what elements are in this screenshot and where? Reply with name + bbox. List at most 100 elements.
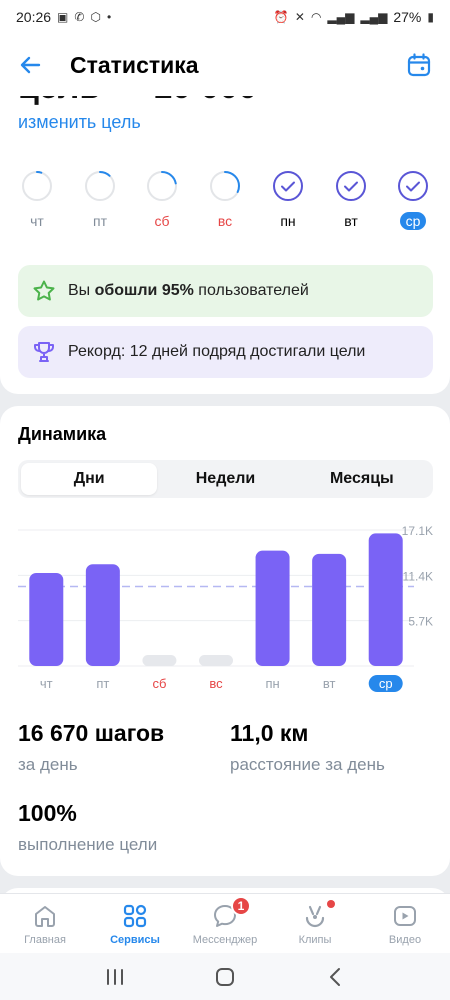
bottom-nav: Главная Сервисы 1 Мессенджер Клипы Видео [0, 893, 450, 953]
check-circle-icon [273, 171, 303, 201]
bar [312, 553, 347, 666]
day-label: сб [154, 213, 170, 229]
day-label: вт [344, 213, 358, 229]
distance-label: расстояние за день [230, 755, 385, 774]
y-tick-label: 17.1K [402, 524, 433, 538]
app-header: Статистика [0, 34, 450, 96]
shield-notification-icon: ⬡ [90, 10, 101, 24]
day-6: ср [388, 170, 438, 231]
day-label: чт [30, 213, 44, 229]
messenger-icon: 1 [211, 896, 251, 930]
x-tick-label: сб [152, 676, 166, 691]
back-button[interactable] [16, 50, 46, 80]
recent-apps-icon [107, 968, 123, 985]
x-tick-label: пн [265, 676, 279, 691]
system-nav-bar [0, 953, 450, 1000]
dynamics-card: Динамика Дни Недели Месяцы 17.1K 11.4K 5.7… [0, 406, 450, 876]
goal-card: цель — 10 000 изменить цель чтптсбвспнвт… [0, 72, 450, 394]
check-circle-icon [336, 171, 366, 201]
day-label: пт [93, 213, 107, 229]
services-icon [121, 902, 149, 930]
bar [85, 564, 120, 666]
home-system-button[interactable] [205, 962, 245, 992]
nav-messenger-label: Мессенджер [192, 934, 258, 946]
week-progress: чт пт сб вс пн вт ср [0, 170, 450, 236]
chevron-left-icon [330, 967, 340, 986]
nav-clips-label: Клипы [298, 934, 332, 946]
check-circle-icon [398, 171, 428, 201]
home-square-icon [216, 967, 234, 986]
signal-2-icon: ▂▄▆ [360, 10, 388, 24]
nav-services-label: Сервисы [110, 934, 160, 946]
record-text: Рекорд: 12 дней подряд достигали цели [68, 343, 366, 360]
arrow-left-icon [20, 56, 41, 74]
distance-stat: 11,0 км расстояние за день [230, 720, 385, 775]
x-tick-label: чт [40, 676, 53, 691]
x-tick-label: пт [96, 676, 109, 691]
nav-clips[interactable]: Клипы [270, 894, 360, 953]
battery-percent: 27% [393, 9, 422, 25]
day-label: пн [280, 213, 296, 229]
x-tick-label: вт [323, 676, 336, 691]
signal-icon: ▂▄▆ [327, 10, 355, 24]
page-title: Статистика [70, 51, 199, 78]
completion-stat: 100% выполнение цели [18, 800, 157, 855]
more-notifications-dot-icon: • [106, 10, 112, 24]
calendar-button[interactable] [404, 50, 434, 80]
star-icon [32, 279, 56, 303]
bar [368, 533, 403, 666]
calendar-icon [407, 53, 431, 77]
record-banner: Рекорд: 12 дней подряд достигали цели [18, 326, 433, 378]
bar [29, 572, 64, 666]
distance-value: 11,0 км [230, 720, 309, 746]
progress-ring-icon [22, 171, 52, 201]
trophy-icon [32, 340, 56, 364]
tab-weeks[interactable]: Недели [157, 463, 293, 495]
wifi-icon: ◠ [310, 10, 322, 24]
completion-label: выполнение цели [18, 835, 158, 854]
beat-users-banner: Вы обошли 95% пользователей [18, 265, 433, 317]
progress-ring-icon [147, 171, 177, 201]
status-time: 20:26 [16, 9, 52, 25]
day-label: ср [399, 212, 427, 230]
recent-apps-button[interactable] [95, 962, 135, 992]
day-label: вс [217, 213, 233, 229]
tab-months[interactable]: Месяцы [294, 463, 430, 495]
day-2: сб [137, 170, 187, 231]
day-0: чт [12, 170, 62, 231]
nav-services[interactable]: Сервисы [90, 894, 180, 953]
clips-dot [327, 900, 335, 908]
change-goal-link[interactable]: изменить цель [18, 112, 141, 133]
clips-icon [301, 900, 335, 930]
tab-days[interactable]: Дни [21, 463, 158, 495]
nav-video-label: Видео [388, 934, 422, 946]
video-icon [391, 902, 419, 930]
status-bar: 20:26 ▣ ✆ ⬡ • ⏰ ✕ ◠ ▂▄▆ ▂▄▆ 27% ▮ [0, 0, 450, 34]
bar [255, 550, 290, 666]
nav-messenger[interactable]: 1 Мессенджер [180, 894, 270, 953]
battery-icon: ▮ [427, 10, 434, 24]
nav-video[interactable]: Видео [360, 894, 450, 953]
x-tick-label: ср [379, 676, 393, 691]
gallery-notification-icon: ▣ [57, 10, 69, 24]
completion-value: 100% [18, 800, 77, 826]
alarm-icon: ⏰ [273, 10, 289, 24]
nav-home-label: Главная [24, 934, 66, 946]
period-switcher: Дни Недели Месяцы [18, 460, 433, 498]
y-tick-label: 5.7K [408, 615, 433, 629]
beat-users-text: Вы обошли 95% пользователей [68, 282, 309, 299]
day-1: пт [75, 170, 125, 231]
steps-chart: 17.1K 11.4K 5.7K чт пт сб вс пн вт ср [18, 524, 433, 692]
bar-empty [199, 655, 233, 666]
dynamics-title: Динамика [18, 424, 107, 444]
system-back-button[interactable] [315, 962, 355, 992]
messenger-badge: 1 [231, 896, 251, 916]
x-tick-label: вс [209, 676, 223, 691]
bar-empty [142, 655, 177, 666]
day-5: вт [326, 170, 376, 231]
steps-value: 16 670 шагов [18, 720, 165, 746]
day-4: пн [263, 170, 313, 231]
nav-home[interactable]: Главная [0, 894, 90, 953]
steps-stat: 16 670 шагов за день [18, 720, 164, 775]
progress-ring-icon [85, 171, 115, 201]
